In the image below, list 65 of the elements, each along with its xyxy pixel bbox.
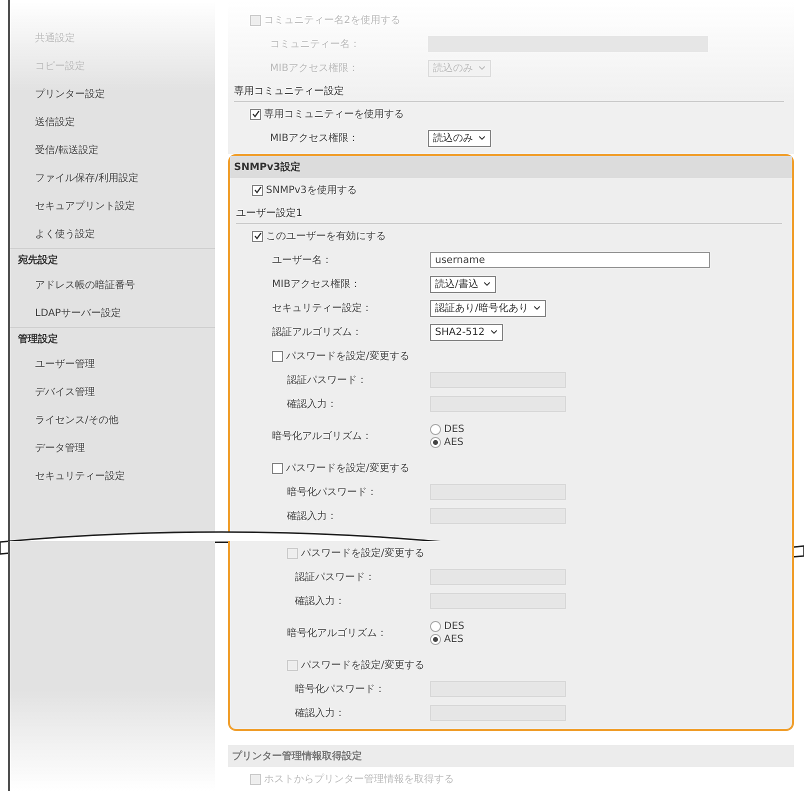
checkbox-label: 専用コミュニティーを使用する bbox=[264, 108, 404, 121]
section-title: プリンター管理情報取得設定 bbox=[228, 745, 794, 767]
field-label: 認証アルゴリズム： bbox=[272, 326, 362, 339]
checkbox[interactable] bbox=[272, 350, 283, 362]
field-label: 確認入力： bbox=[287, 510, 337, 523]
sidebar-item[interactable]: 送信設定 bbox=[10, 108, 215, 136]
checkbox-label: パスワードを設定/変更する bbox=[286, 462, 410, 475]
checkbox[interactable] bbox=[272, 462, 283, 474]
checkbox-label: SNMPv3を使用する bbox=[266, 184, 357, 197]
radio-button[interactable] bbox=[430, 424, 441, 435]
radio-label: AES bbox=[444, 437, 464, 448]
radio-label: DES bbox=[444, 424, 464, 435]
sidebar-item[interactable]: セキュリティー設定 bbox=[10, 462, 215, 490]
checkbox[interactable] bbox=[250, 774, 261, 784]
radio-label: AES bbox=[444, 634, 464, 645]
checkbox-label: このユーザーを有効にする bbox=[266, 230, 386, 243]
checkbox[interactable] bbox=[250, 108, 261, 120]
sidebar-item[interactable]: プリンター設定 bbox=[10, 80, 215, 108]
field-label: MIBアクセス権限： bbox=[272, 278, 360, 291]
sidebar-item[interactable]: ライセンス/その他 bbox=[10, 406, 215, 434]
text-field[interactable]: username bbox=[430, 252, 710, 268]
field-label: 認証パスワード： bbox=[287, 374, 367, 387]
radio-button[interactable] bbox=[430, 634, 441, 645]
field-label: 確認入力： bbox=[287, 398, 337, 411]
radio-button[interactable] bbox=[430, 437, 441, 448]
checkbox[interactable] bbox=[252, 230, 263, 242]
sidebar-item[interactable]: LDAPサーバー設定 bbox=[10, 299, 215, 327]
checkbox-label: コミュニティー名2を使用する bbox=[264, 14, 400, 27]
dropdown[interactable]: 読込のみ bbox=[428, 130, 491, 146]
sidebar-item[interactable]: 受信/転送設定 bbox=[10, 136, 215, 164]
field-label: 確認入力： bbox=[295, 594, 345, 608]
subsection-title: 専用コミュニティー設定 bbox=[234, 84, 784, 102]
field-label: 暗号化アルゴリズム： bbox=[272, 430, 372, 443]
field-label: 暗号化アルゴリズム： bbox=[287, 626, 387, 640]
subsection-title: ユーザー設定1 bbox=[236, 206, 782, 224]
field-label: 認証パスワード： bbox=[295, 570, 375, 584]
sidebar-header: 管理設定 bbox=[10, 327, 215, 350]
dropdown[interactable]: SHA2-512 bbox=[430, 324, 503, 340]
sidebar-item[interactable]: ファイル保存/利用設定 bbox=[10, 164, 215, 192]
radio-label: DES bbox=[444, 621, 464, 632]
field-label: 暗号化パスワード： bbox=[295, 682, 385, 696]
field-label: 暗号化パスワード： bbox=[287, 486, 377, 499]
sidebar-item[interactable]: デバイス管理 bbox=[10, 378, 215, 406]
checkbox-label: パスワードを設定/変更する bbox=[286, 350, 410, 363]
checkbox[interactable] bbox=[250, 14, 261, 26]
field-label: セキュリティー設定： bbox=[272, 302, 372, 315]
checkbox-label: パスワードを設定/変更する bbox=[301, 658, 424, 672]
field-label: MIBアクセス権限： bbox=[270, 62, 358, 75]
field-label: MIBアクセス権限： bbox=[270, 132, 358, 145]
checkbox-label: ホストからプリンター管理情報を取得する bbox=[264, 772, 454, 786]
sidebar-item[interactable]: アドレス帳の暗証番号 bbox=[10, 271, 215, 299]
sidebar-item[interactable]: ユーザー管理 bbox=[10, 350, 215, 378]
field-label: コミュニティー名： bbox=[270, 38, 360, 51]
checkbox-label: パスワードを設定/変更する bbox=[301, 546, 424, 560]
sidebar-item[interactable]: セキュアプリント設定 bbox=[10, 192, 215, 220]
dropdown[interactable]: 認証あり/暗号化あり bbox=[430, 300, 546, 316]
field-label: 確認入力： bbox=[295, 706, 345, 720]
section-title: SNMPv3設定 bbox=[230, 156, 792, 178]
sidebar-item[interactable]: よく使う設定 bbox=[10, 220, 215, 248]
checkbox[interactable] bbox=[252, 184, 263, 196]
sidebar-header: 宛先設定 bbox=[10, 248, 215, 271]
radio-button[interactable] bbox=[430, 621, 441, 632]
field-label: ユーザー名： bbox=[272, 254, 332, 267]
dropdown[interactable]: 読込/書込 bbox=[430, 276, 496, 292]
sidebar-item[interactable]: データ管理 bbox=[10, 434, 215, 462]
